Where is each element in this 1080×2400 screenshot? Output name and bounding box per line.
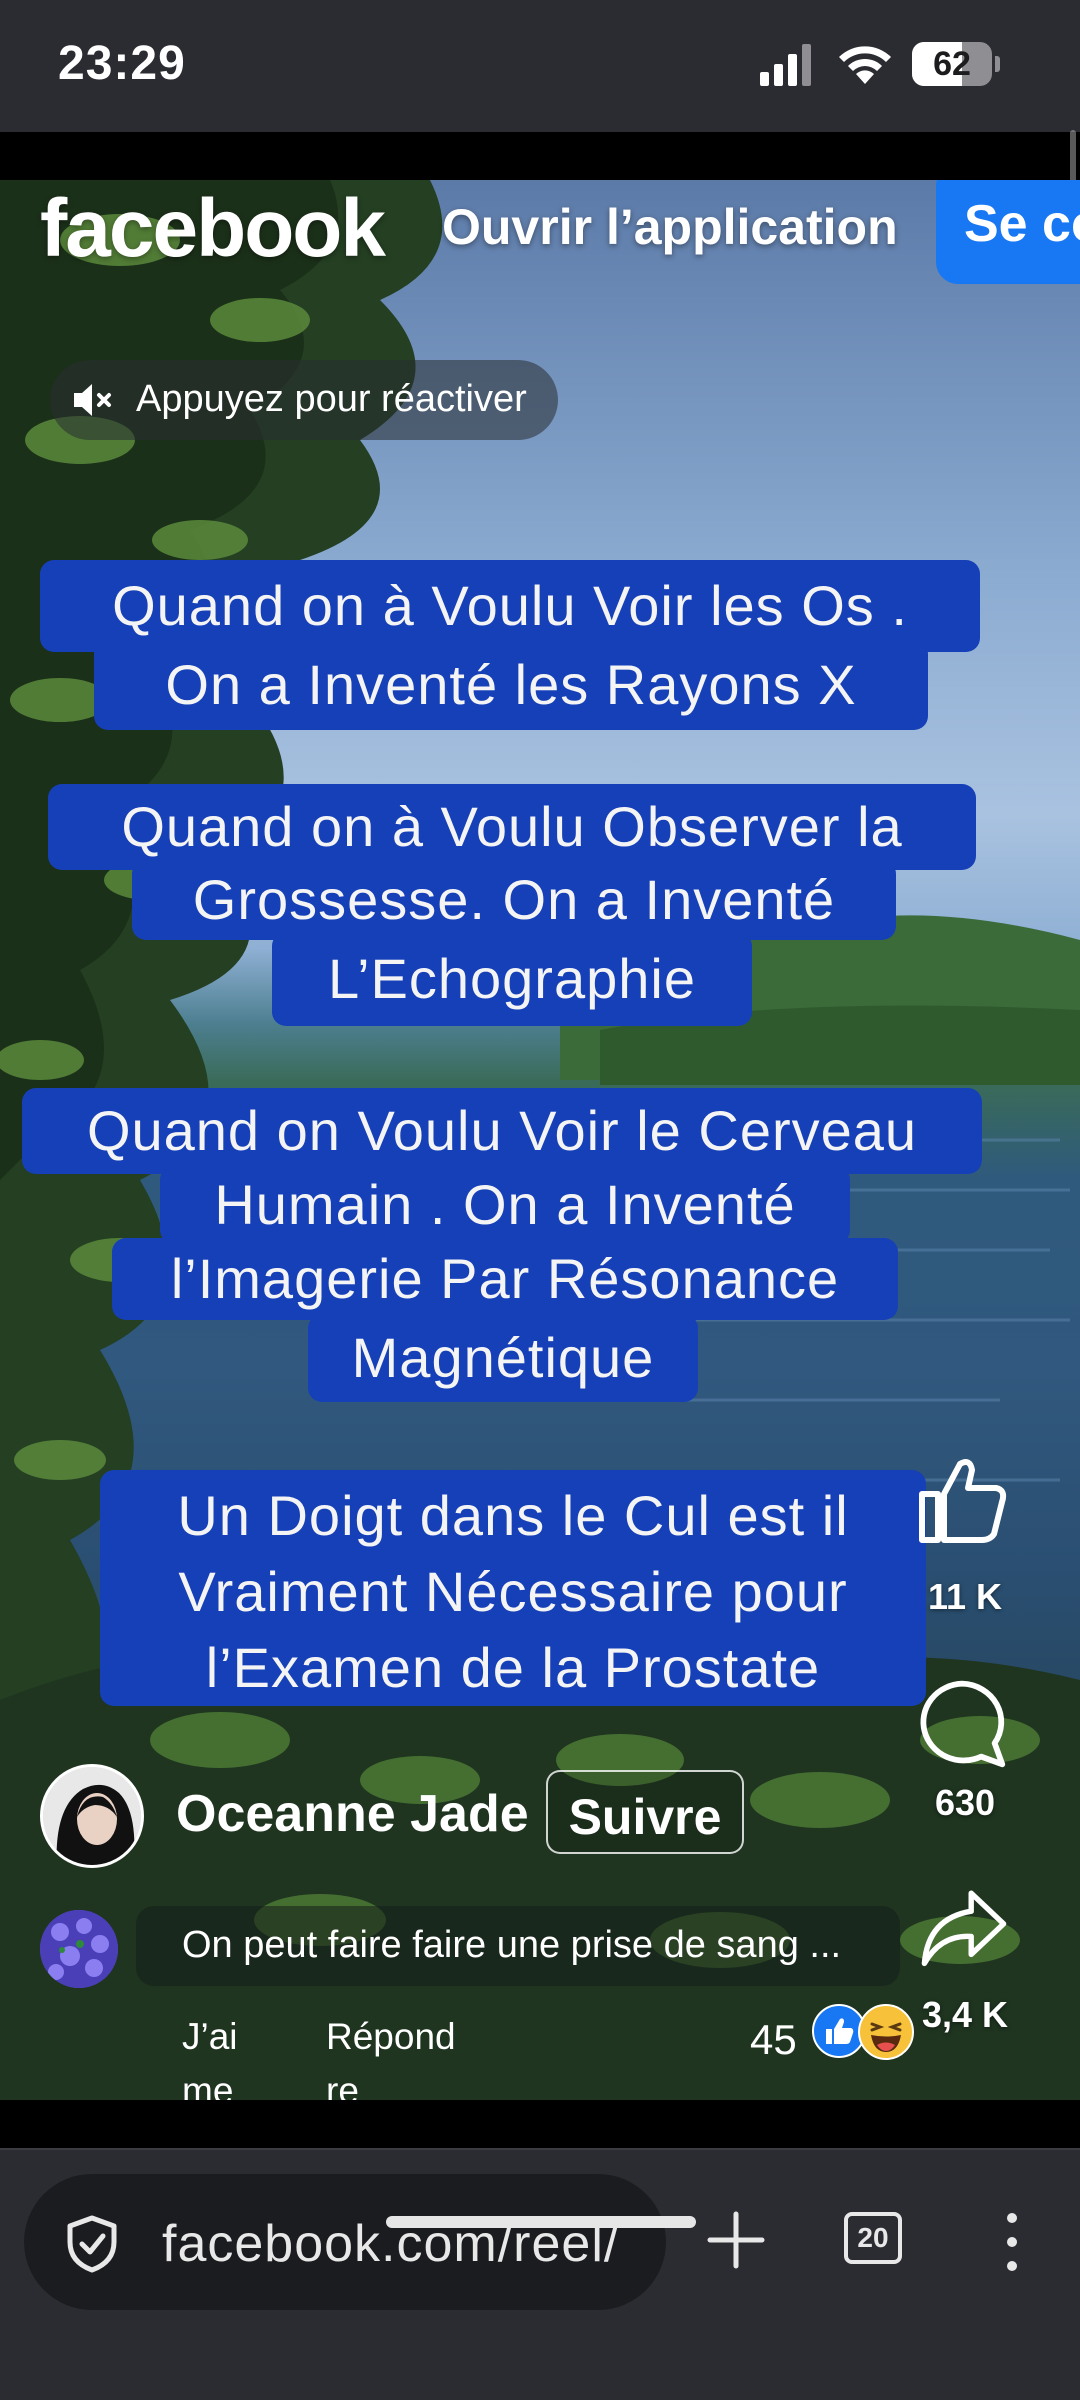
caption-box: l’Imagerie Par Résonance (112, 1238, 898, 1320)
like-icon[interactable] (912, 1450, 1012, 1550)
status-bar: 23:29 62 (0, 0, 1080, 132)
caption-line: Quand on à Voulu Observer la (121, 795, 903, 858)
follow-button-label: Suivre (568, 1789, 722, 1845)
comment-reply-action[interactable]: Répond re (326, 2010, 476, 2100)
browser-toolbar: facebook.com/reel/ 20 (0, 2148, 1080, 2400)
comment-like-action[interactable]: J’ai me (182, 2010, 262, 2100)
unmute-button[interactable]: Appuyez pour réactiver (50, 360, 558, 440)
unmute-hint: Appuyez pour réactiver (136, 378, 527, 420)
comment-icon[interactable] (914, 1676, 1010, 1772)
caption-line: l’Imagerie Par Résonance (170, 1247, 840, 1310)
tabs-icon[interactable]: 20 (844, 2212, 902, 2264)
caption-line: Un Doigt dans le Cul est il (177, 1484, 849, 1547)
author-avatar[interactable] (40, 1764, 144, 1868)
caption-box: Quand on Voulu Voir le Cerveau (22, 1088, 982, 1174)
share-icon[interactable] (914, 1886, 1014, 1976)
top-comment-bubble[interactable]: On peut faire faire une prise de sang ..… (136, 1906, 900, 1986)
top-comment-text: On peut faire faire une prise de sang ..… (182, 1924, 842, 1966)
follow-button[interactable]: Suivre (546, 1770, 744, 1854)
caption-box: Humain . On a Inventé (160, 1166, 850, 1244)
caption-line: Quand on à Voulu Voir les Os . (112, 574, 908, 637)
letterbox-bottom (0, 2100, 1080, 2148)
battery-icon: 62 (912, 42, 1000, 86)
caption-box: Quand on à Voulu Observer la (48, 784, 976, 870)
caption-box: On a Inventé les Rayons X (94, 640, 928, 730)
facebook-logo[interactable]: facebook (40, 182, 386, 276)
login-button[interactable]: Se co (936, 180, 1080, 284)
caption-line: Vraiment Nécessaire pour (178, 1560, 848, 1623)
caption-box: Quand on à Voulu Voir les Os . (40, 560, 980, 652)
battery-cap (995, 56, 1000, 72)
battery-level: 62 (933, 45, 971, 83)
caption-line: Grossesse. On a Inventé (192, 868, 836, 931)
battery-body: 62 (912, 42, 992, 86)
caption-line: Magnétique (351, 1326, 655, 1389)
open-app-link[interactable]: Ouvrir l’application (442, 198, 898, 256)
like-count: 11 K (927, 1576, 1003, 1617)
caption-line: L’Echographie (328, 947, 696, 1010)
share-count: 3,4 K (921, 1994, 1009, 2035)
reel-video[interactable]: facebook Ouvrir l’application Se co Appu… (0, 180, 1080, 2100)
address-bar[interactable]: facebook.com/reel/ (24, 2174, 666, 2310)
caption-line: Quand on Voulu Voir le Cerveau (86, 1099, 918, 1162)
caption-line: l’Examen de la Prostate (205, 1636, 821, 1699)
menu-icon[interactable] (1000, 2210, 1024, 2274)
muted-speaker-icon (74, 384, 111, 416)
home-indicator[interactable] (386, 2216, 696, 2228)
comment-reaction-count: 45 (750, 2016, 797, 2063)
commenter-avatar-image (40, 1910, 118, 1988)
author-name[interactable]: Oceanne Jade (176, 1784, 529, 1844)
caption-box: Un Doigt dans le Cul est il Vraiment Néc… (100, 1470, 926, 1706)
status-time: 23:29 (58, 37, 186, 90)
caption-box: Grossesse. On a Inventé (132, 860, 896, 940)
haha-reaction-icon (858, 2004, 914, 2060)
new-tab-icon[interactable] (706, 2210, 766, 2270)
shield-icon[interactable] (64, 2214, 120, 2274)
wifi-icon (839, 46, 891, 84)
login-button-label: Se co (964, 195, 1080, 253)
caption-line: Humain . On a Inventé (214, 1173, 796, 1236)
caption-line: On a Inventé les Rayons X (165, 653, 857, 716)
commenter-avatar[interactable] (40, 1910, 118, 1988)
caption-box: Magnétique (308, 1314, 698, 1402)
letterbox-top (0, 132, 1080, 180)
comment-count: 630 (934, 1782, 996, 1823)
signal-icon (760, 44, 811, 86)
tabs-count: 20 (857, 2222, 889, 2253)
caption-box: L’Echographie (272, 932, 752, 1026)
